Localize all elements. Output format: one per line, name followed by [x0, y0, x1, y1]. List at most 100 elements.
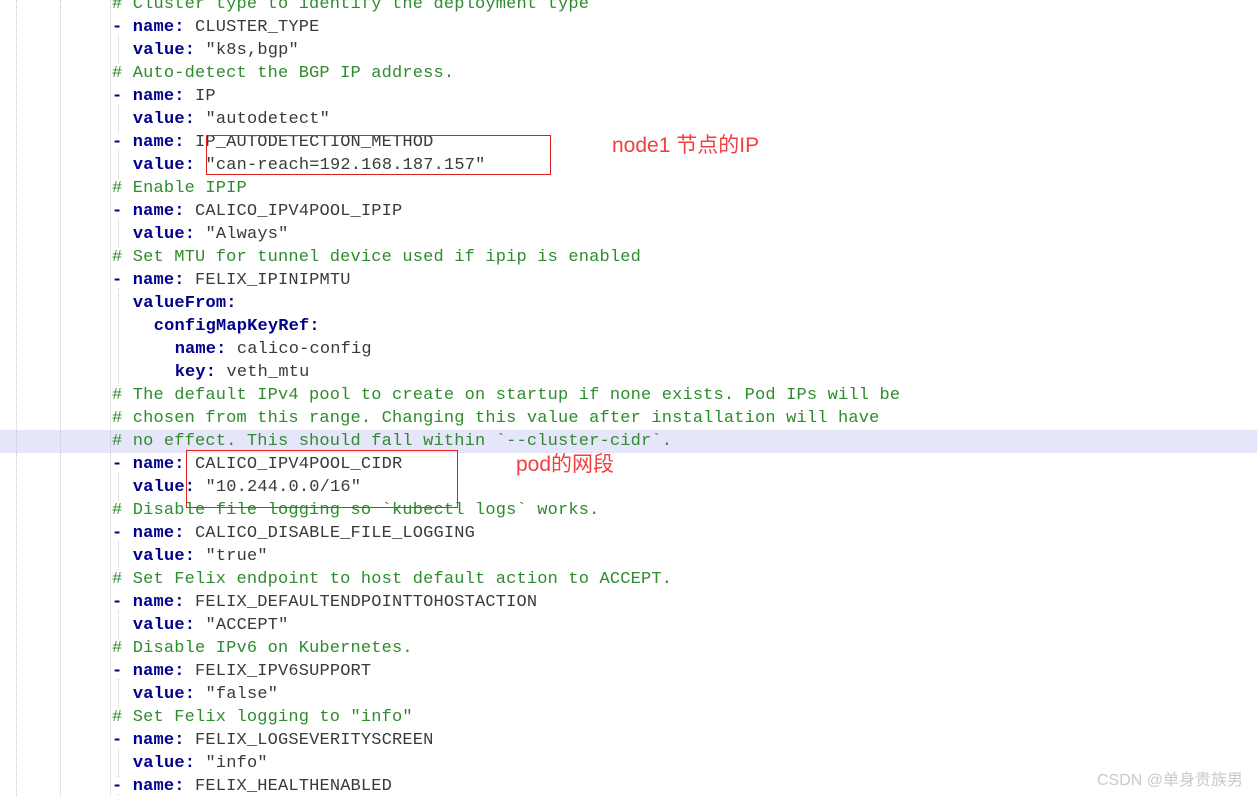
yaml-key: value:: [132, 547, 206, 566]
yaml-key: name:: [132, 777, 195, 796]
code-line[interactable]: configMapKeyRef:: [154, 315, 320, 338]
code-line[interactable]: value: "info": [133, 752, 268, 775]
comment-text: # chosen from this range. Changing this …: [112, 409, 880, 428]
comment-text: # Auto-detect the BGP IP address.: [112, 64, 455, 83]
code-line[interactable]: - name: FELIX_LOGSEVERITYSCREEN: [112, 729, 434, 752]
scope-indent-bar: [118, 219, 119, 248]
code-line[interactable]: # Enable IPIP: [112, 177, 247, 200]
code-line[interactable]: - name: FELIX_IPV6SUPPORT: [112, 660, 371, 683]
yaml-value: calico-config: [236, 340, 372, 359]
code-line[interactable]: - name: FELIX_HEALTHENABLED: [112, 775, 392, 796]
code-line[interactable]: - name: CLUSTER_TYPE: [112, 16, 319, 39]
code-line[interactable]: - name: FELIX_IPINIPMTU: [112, 269, 351, 292]
yaml-code-editor[interactable]: # Cluster type to identify the deploymen…: [0, 0, 1257, 796]
comment-text: # Disable file logging so `kubectl logs`…: [112, 501, 600, 520]
code-line[interactable]: value: "10.244.0.0/16": [133, 476, 361, 499]
yaml-key: value:: [132, 110, 206, 129]
code-line[interactable]: # Set MTU for tunnel device used if ipip…: [112, 246, 641, 269]
yaml-value: CALICO_IPV4POOL_IPIP: [194, 202, 403, 221]
scope-indent-bar: [118, 104, 119, 133]
code-line[interactable]: - name: CALICO_IPV4POOL_IPIP: [112, 200, 402, 223]
yaml-key: value:: [132, 225, 206, 244]
yaml-value: "true": [205, 547, 268, 566]
yaml-value: "can-reach=192.168.187.157": [205, 156, 486, 175]
yaml-key: configMapKeyRef:: [153, 317, 320, 336]
yaml-value: veth_mtu: [226, 363, 310, 382]
yaml-key: value:: [132, 478, 206, 497]
code-line[interactable]: value: "can-reach=192.168.187.157": [133, 154, 486, 177]
yaml-value: FELIX_DEFAULTENDPOINTTOHOSTACTION: [194, 593, 538, 612]
code-line[interactable]: # Auto-detect the BGP IP address.: [112, 62, 454, 85]
indent-guide-1: [16, 0, 17, 796]
scope-indent-bar: [118, 748, 119, 777]
code-line[interactable]: - name: IP: [112, 85, 216, 108]
yaml-value: "false": [205, 685, 279, 704]
scope-indent-bar: [118, 541, 119, 570]
yaml-value: CALICO_DISABLE_FILE_LOGGING: [194, 524, 476, 543]
yaml-key: value:: [132, 754, 206, 773]
yaml-key: name:: [132, 731, 195, 750]
code-line[interactable]: # Set Felix endpoint to host default act…: [112, 568, 672, 591]
comment-text: # Enable IPIP: [112, 179, 247, 198]
comment-text: # Set Felix endpoint to host default act…: [112, 570, 673, 589]
yaml-key: value:: [132, 685, 206, 704]
scope-indent-bar: [118, 610, 119, 639]
code-line[interactable]: # Disable IPv6 on Kubernetes.: [112, 637, 413, 660]
code-line[interactable]: # Disable file logging so `kubectl logs`…: [112, 499, 599, 522]
list-dash: -: [112, 524, 133, 543]
indent-guide-3: [110, 0, 111, 796]
scope-indent-bar: [118, 679, 119, 708]
list-dash: -: [112, 18, 133, 37]
code-line[interactable]: key: veth_mtu: [175, 361, 310, 384]
yaml-value: "ACCEPT": [205, 616, 289, 635]
list-dash: -: [112, 271, 133, 290]
comment-text: # Set MTU for tunnel device used if ipip…: [112, 248, 641, 267]
yaml-value: FELIX_LOGSEVERITYSCREEN: [194, 731, 434, 750]
yaml-key: name:: [132, 87, 195, 106]
yaml-value: "autodetect": [205, 110, 330, 129]
code-line[interactable]: - name: CALICO_DISABLE_FILE_LOGGING: [112, 522, 475, 545]
yaml-value: "10.244.0.0/16": [205, 478, 362, 497]
yaml-key: name:: [132, 662, 195, 681]
yaml-key: value:: [132, 41, 206, 60]
scope-indent-bar: [118, 150, 119, 179]
code-line[interactable]: - name: CALICO_IPV4POOL_CIDR: [112, 453, 402, 476]
yaml-key: value:: [132, 616, 206, 635]
yaml-key: value:: [132, 156, 206, 175]
yaml-value: FELIX_HEALTHENABLED: [194, 777, 393, 796]
code-line[interactable]: valueFrom:: [133, 292, 237, 315]
code-line[interactable]: # no effect. This should fall within `--…: [112, 430, 672, 453]
indent-guide-2: [60, 0, 61, 796]
scope-indent-bar: [118, 472, 119, 501]
code-line[interactable]: value: "true": [133, 545, 268, 568]
code-line[interactable]: # chosen from this range. Changing this …: [112, 407, 880, 430]
annotation-label-node1-ip: node1 节点的IP: [612, 134, 760, 157]
code-line[interactable]: value: "ACCEPT": [133, 614, 289, 637]
yaml-key: name:: [132, 18, 195, 37]
scope-indent-bar: [118, 35, 119, 64]
code-line[interactable]: # Cluster type to identify the deploymen…: [112, 0, 589, 16]
code-line[interactable]: value: "autodetect": [133, 108, 330, 131]
list-dash: -: [112, 455, 133, 474]
yaml-key: name:: [132, 524, 195, 543]
code-line[interactable]: - name: FELIX_DEFAULTENDPOINTTOHOSTACTIO…: [112, 591, 537, 614]
yaml-key: key:: [174, 363, 227, 382]
code-line[interactable]: value: "k8s,bgp": [133, 39, 299, 62]
scope-indent-bar: [118, 288, 119, 386]
list-dash: -: [112, 593, 133, 612]
code-line[interactable]: value: "false": [133, 683, 278, 706]
yaml-value: CLUSTER_TYPE: [194, 18, 320, 37]
yaml-key: name:: [132, 455, 195, 474]
annotation-label-pod-cidr: pod的网段: [516, 453, 615, 476]
yaml-key: name:: [132, 271, 195, 290]
comment-text: # Cluster type to identify the deploymen…: [112, 0, 590, 14]
code-line[interactable]: name: calico-config: [175, 338, 372, 361]
list-dash: -: [112, 777, 133, 796]
yaml-value: FELIX_IPINIPMTU: [194, 271, 351, 290]
yaml-value: "info": [205, 754, 268, 773]
code-line[interactable]: # The default IPv4 pool to create on sta…: [112, 384, 900, 407]
yaml-key: name:: [132, 202, 195, 221]
code-line[interactable]: value: "Always": [133, 223, 289, 246]
code-line[interactable]: - name: IP_AUTODETECTION_METHOD: [112, 131, 434, 154]
code-line[interactable]: # Set Felix logging to "info": [112, 706, 413, 729]
